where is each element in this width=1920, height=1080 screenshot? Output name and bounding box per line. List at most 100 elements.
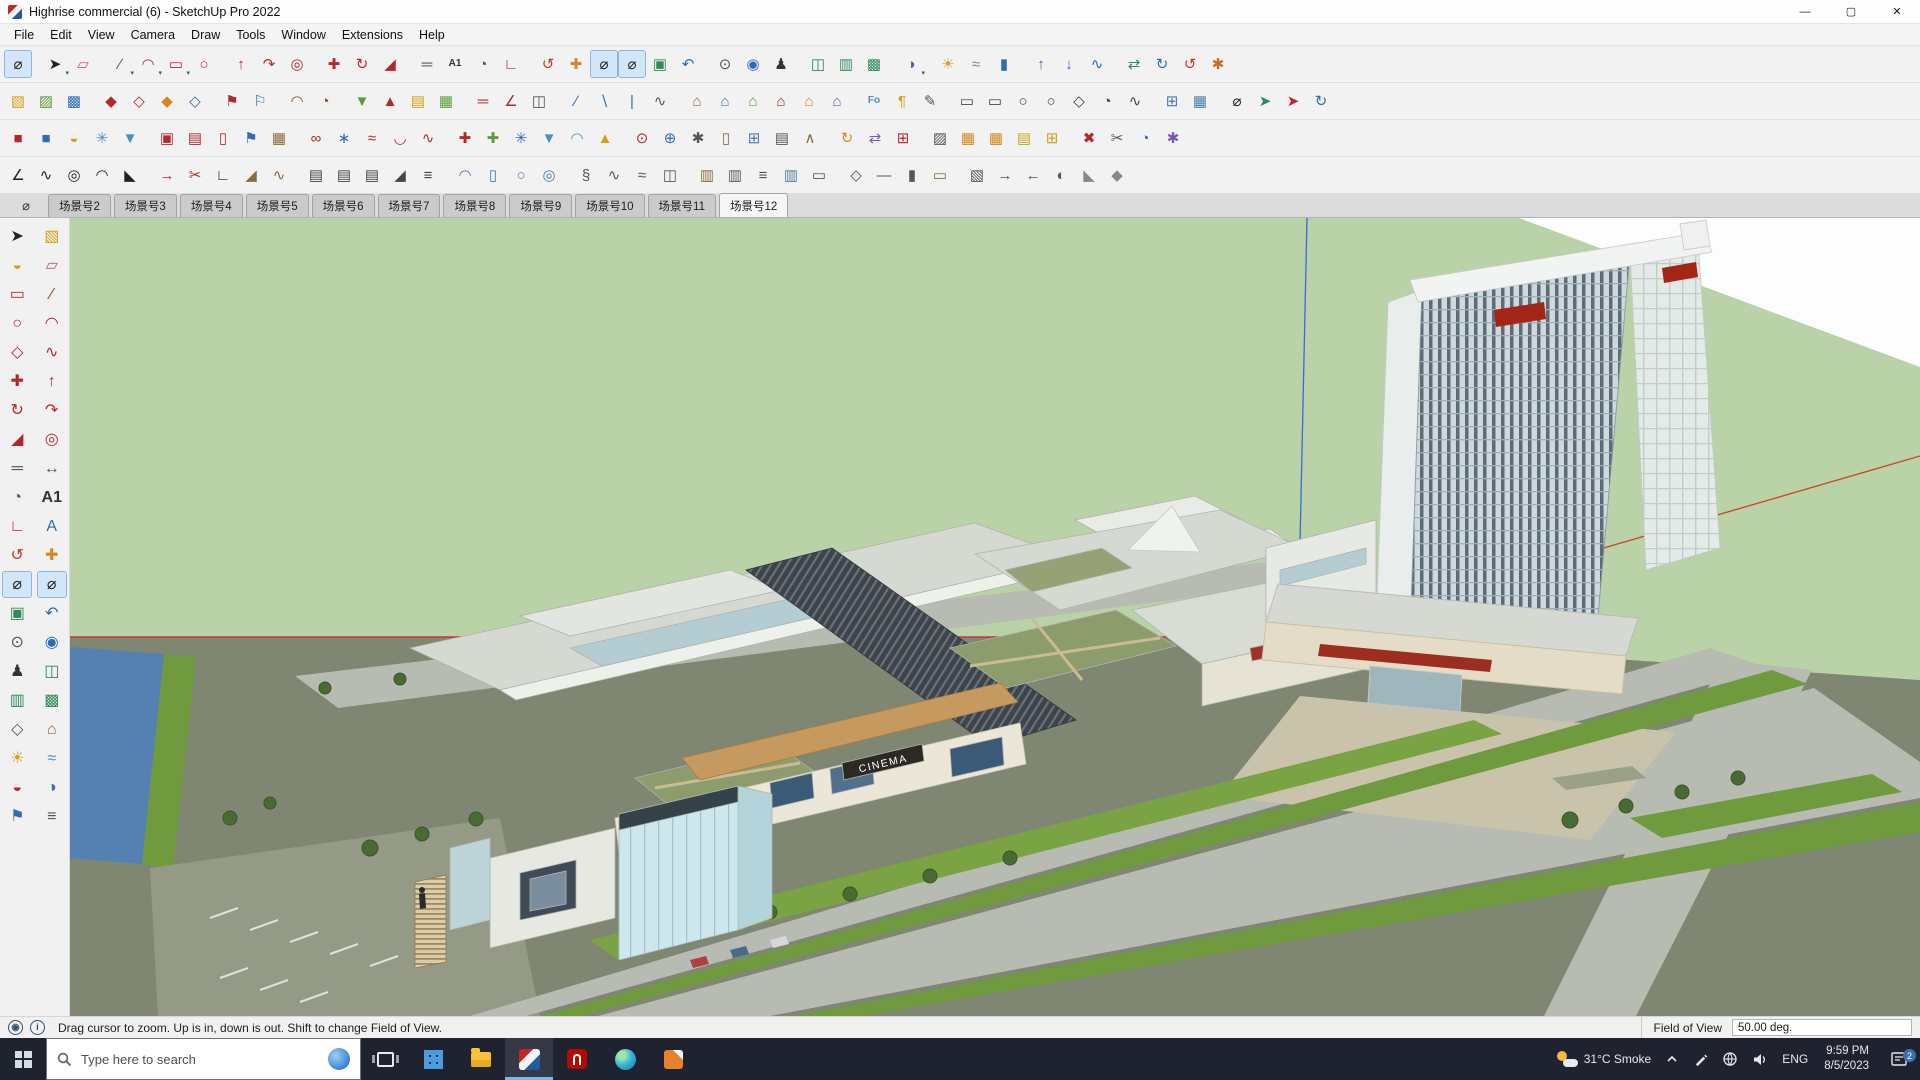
louver-icon[interactable]: ≡ xyxy=(749,161,777,189)
menu-camera[interactable]: Camera xyxy=(123,26,183,44)
import-box-icon[interactable]: ▤ xyxy=(404,87,432,115)
union-icon[interactable]: ◆ xyxy=(97,87,125,115)
sketch-icon[interactable]: ✎ xyxy=(916,87,944,115)
material-blue-icon[interactable]: ■ xyxy=(32,124,60,152)
intersect-icon[interactable]: ◇ xyxy=(181,87,209,115)
fog-tool-icon[interactable]: ≈ xyxy=(37,745,67,772)
roof-icon[interactable]: ∧ xyxy=(796,124,824,152)
previous-view-icon[interactable]: ↶ xyxy=(674,50,702,78)
freehand-tool-icon[interactable]: ∿ xyxy=(37,339,67,366)
solid-cube-icon[interactable]: ▩ xyxy=(60,87,88,115)
sheet-icon[interactable]: ▤ xyxy=(1010,124,1038,152)
section-display-tool-icon[interactable]: ▥ xyxy=(2,687,32,714)
shadows-icon[interactable]: ☀ xyxy=(2,745,32,772)
close2-icon[interactable]: ✖ xyxy=(1075,124,1103,152)
undo-icon[interactable]: ↺ xyxy=(1176,50,1204,78)
line-icon[interactable]: ∕ ▾ xyxy=(106,50,134,78)
make-component-icon[interactable]: ▧ xyxy=(37,223,67,250)
right-view-icon[interactable]: ⌂ xyxy=(767,87,795,115)
start-button[interactable] xyxy=(0,1038,46,1080)
arc-segment-icon[interactable]: ◠ xyxy=(283,87,311,115)
asterisk-blue-icon[interactable]: ✳ xyxy=(507,124,535,152)
mound-icon[interactable]: ◠ xyxy=(563,124,591,152)
column-icon[interactable]: ▮ xyxy=(898,161,926,189)
scene-tab-10[interactable]: 场景号10 xyxy=(575,194,645,217)
minimize-button[interactable]: — xyxy=(1782,0,1828,24)
offset-tool-icon[interactable]: ◎ xyxy=(37,426,67,453)
stair-icon[interactable]: ▤ xyxy=(768,124,796,152)
push-pull-icon[interactable]: ↑ xyxy=(227,50,255,78)
section-fill-tool-icon[interactable]: ▩ xyxy=(37,687,67,714)
app-grid-icon[interactable] xyxy=(409,1038,457,1080)
notes-app-icon[interactable] xyxy=(649,1038,697,1080)
scene-tab-9[interactable]: 场景号9 xyxy=(509,194,573,217)
fog-icon[interactable]: ≈ xyxy=(962,50,990,78)
section-fill-icon[interactable]: ▩ xyxy=(860,50,888,78)
arrow-sw-icon[interactable]: ← xyxy=(1019,161,1047,189)
pie-icon[interactable]: ◔ xyxy=(311,87,339,115)
loft-icon[interactable]: ≈ xyxy=(628,161,656,189)
zoom-window-tool-icon[interactable]: ⌀ xyxy=(36,571,67,598)
section-plane-tool-icon[interactable]: ◫ xyxy=(37,658,67,685)
shell-icon[interactable]: ◫ xyxy=(656,161,684,189)
acrobat-app-icon[interactable] xyxy=(553,1038,601,1080)
grid2-icon[interactable]: ▦ xyxy=(954,124,982,152)
look-around-tool-icon[interactable]: ◉ xyxy=(37,629,67,656)
follow-me-icon[interactable]: ↷ xyxy=(255,50,283,78)
scene-tab-3[interactable]: 场景号3 xyxy=(113,194,177,217)
scale-tool-icon[interactable]: ◢ xyxy=(2,426,32,453)
scissors-icon[interactable]: ✂ xyxy=(1103,124,1131,152)
scene-tab-4[interactable]: 场景号4 xyxy=(179,194,243,217)
stairs2-icon[interactable]: ▤ xyxy=(330,161,358,189)
tags-icon[interactable]: ⚑ xyxy=(2,803,32,830)
smooth-icon[interactable]: ∿ xyxy=(1083,50,1111,78)
paint-icon[interactable]: ◒ xyxy=(60,124,88,152)
cross-red-icon[interactable]: ✚ xyxy=(451,124,479,152)
trim2-icon[interactable]: ✂ xyxy=(181,161,209,189)
walk-tool-icon[interactable]: ♟ xyxy=(2,658,32,685)
back-view-icon[interactable]: ⌂ xyxy=(795,87,823,115)
3d-text-tool-icon[interactable]: A xyxy=(37,513,67,540)
previous-view-tool-icon[interactable]: ↶ xyxy=(37,600,67,627)
protractor-tool-icon[interactable]: ◔ xyxy=(2,484,32,511)
dimension-tool-icon[interactable]: ↔ xyxy=(37,455,67,482)
zoom-window-icon[interactable]: ⌀ xyxy=(618,50,646,78)
hatch-icon[interactable]: ▨ xyxy=(926,124,954,152)
volume-button[interactable] xyxy=(1745,1038,1775,1080)
fillet-icon[interactable]: ◠ xyxy=(88,161,116,189)
red-arrow-icon[interactable]: ➤ xyxy=(1279,87,1307,115)
split-icon[interactable]: ∖ xyxy=(590,87,618,115)
spline-icon[interactable]: ∿ xyxy=(32,161,60,189)
cortana-icon[interactable] xyxy=(328,1048,350,1070)
arc-tool-icon[interactable]: ◠ xyxy=(37,310,67,337)
styles-tool-icon[interactable]: ◑ xyxy=(37,774,67,801)
cross-green-icon[interactable]: ✚ xyxy=(479,124,507,152)
fog-toggle-icon[interactable]: Fo xyxy=(860,87,888,115)
ellipse-icon[interactable]: ○ xyxy=(1037,87,1065,115)
wall-icon[interactable]: ▥ xyxy=(693,161,721,189)
section-plane-icon[interactable]: ◫ xyxy=(804,50,832,78)
left-view-icon[interactable]: ⌂ xyxy=(823,87,851,115)
divide-icon[interactable]: ∕ xyxy=(562,87,590,115)
polygon-tool-icon[interactable]: ◇ xyxy=(2,339,32,366)
pan-icon[interactable]: ✚ xyxy=(562,50,590,78)
group-cube-icon[interactable]: ▨ xyxy=(32,87,60,115)
rail-icon[interactable]: ≡ xyxy=(414,161,442,189)
callout-icon[interactable]: ¶ xyxy=(888,87,916,115)
info-icon[interactable]: i xyxy=(30,1020,45,1035)
pin2-icon[interactable]: ⊕ xyxy=(656,124,684,152)
push-pull-tool-icon[interactable]: ↑ xyxy=(37,368,67,395)
view-iso-icon[interactable]: ⌂ xyxy=(37,716,67,743)
join-icon[interactable]: | xyxy=(618,87,646,115)
shape-icon[interactable]: ▭ ▾ xyxy=(162,50,190,78)
flag-red-icon[interactable]: ⚑ xyxy=(218,87,246,115)
pen-settings-button[interactable] xyxy=(1686,1038,1715,1080)
scene-tab-2[interactable]: 场景号2 xyxy=(48,194,111,217)
shadows-toggle-icon[interactable]: ☀ xyxy=(934,50,962,78)
curic-icon[interactable]: ↻ xyxy=(1148,50,1176,78)
wand-icon[interactable]: ✱ xyxy=(1159,124,1187,152)
frame-icon[interactable]: ▭ xyxy=(805,161,833,189)
flag2-icon[interactable]: ⚑ xyxy=(237,124,265,152)
arrow-ne-icon[interactable]: → xyxy=(991,161,1019,189)
scene-tab-11[interactable]: 场景号11 xyxy=(647,194,716,217)
